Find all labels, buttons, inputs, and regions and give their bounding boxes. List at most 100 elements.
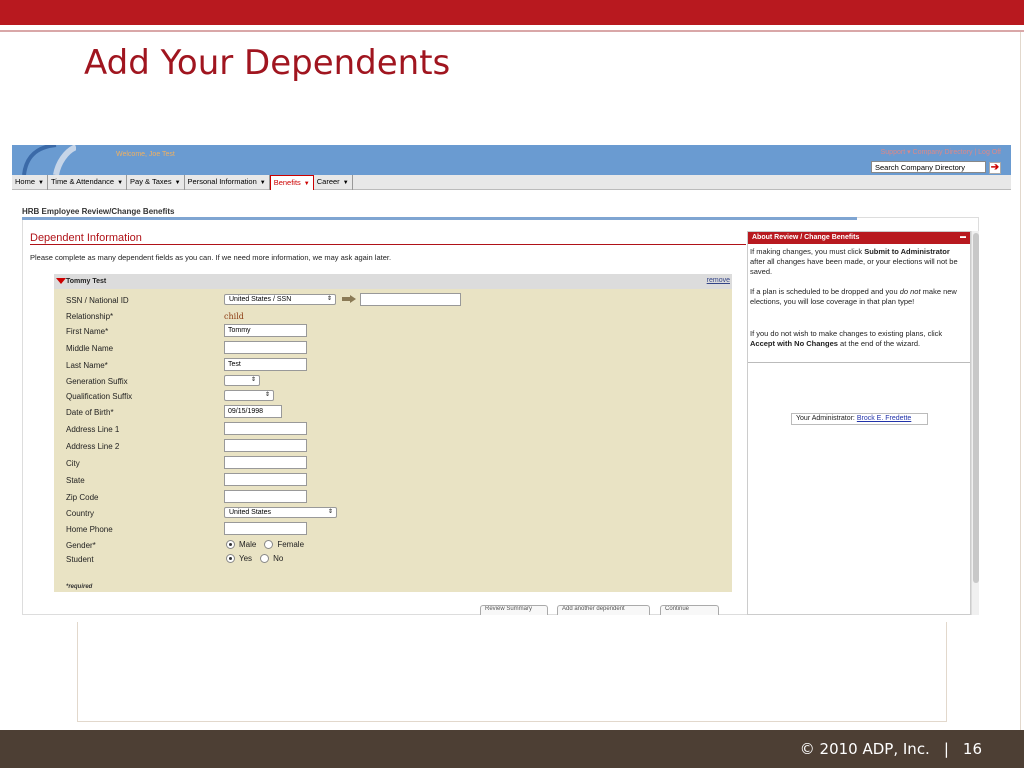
footer-page-number: 16 — [962, 740, 982, 758]
address2-label: Address Line 2 — [66, 442, 120, 451]
menu-personal-information[interactable]: Personal Information ▼ — [185, 175, 270, 190]
qualification-suffix-select[interactable]: ⇕ — [224, 390, 274, 401]
help-p3-c: at the end of the wizard. — [837, 339, 921, 348]
section-intro: Please complete as many dependent fields… — [30, 253, 392, 262]
address2-input[interactable] — [224, 439, 307, 452]
relationship-value: child — [224, 312, 244, 321]
zip-input[interactable] — [224, 490, 307, 503]
student-no-radio[interactable] — [260, 554, 270, 563]
relationship-label: Relationship* — [66, 312, 114, 321]
help-p1-a: If making changes, you must click — [750, 247, 865, 256]
address1-input[interactable] — [224, 422, 307, 435]
help-paragraph-1: If making changes, you must click Submit… — [750, 247, 966, 277]
slide: Add Your Dependents Welcome, Joe Test Su… — [0, 0, 1024, 768]
admin-name-link[interactable]: Brock E. Fredette — [857, 415, 911, 422]
help-panel-title: About Review / Change Benefits ▬ — [748, 232, 970, 244]
ssn-type-value: United States / SSN — [229, 296, 292, 303]
menu-label: Pay & Taxes — [130, 177, 172, 186]
menu-label: Career — [316, 177, 340, 186]
chevron-down-icon[interactable]: ▬ — [960, 234, 966, 240]
help-paragraph-3: If you do not wish to make changes to ex… — [750, 329, 966, 349]
continue-button[interactable]: Continue — [660, 605, 719, 615]
top-band — [0, 0, 1024, 25]
state-input[interactable] — [224, 473, 307, 486]
menu-pay-taxes[interactable]: Pay & Taxes ▼ — [127, 175, 185, 190]
gender-female-label: Female — [277, 540, 305, 549]
page-heading: HRB Employee Review/Change Benefits — [22, 207, 175, 216]
first-name-input[interactable]: Tommy — [224, 324, 307, 337]
middle-name-input[interactable] — [224, 341, 307, 354]
student-yes-radio[interactable] — [226, 554, 235, 563]
chevron-down-icon: ▼ — [303, 181, 310, 187]
help-p3-a: If you do not wish to make changes to ex… — [750, 329, 943, 338]
menu-home[interactable]: Home ▼ — [12, 175, 48, 190]
student-radio-group: Yes No — [226, 554, 291, 563]
help-p1-c: after all changes have been made, or you… — [750, 257, 958, 276]
dependent-name: Tommy Test — [66, 278, 107, 285]
student-no-label: No — [273, 554, 284, 563]
chevron-down-icon: ▼ — [117, 180, 124, 186]
select-arrows-icon: ⇕ — [264, 392, 270, 398]
country-select[interactable]: United States ⇕ — [224, 507, 337, 518]
student-yes-label: Yes — [239, 554, 253, 563]
dob-input[interactable]: 09/15/1998 — [224, 405, 282, 418]
city-input[interactable] — [224, 456, 307, 469]
chevron-down-icon: ▼ — [174, 180, 181, 186]
help-panel-title-text: About Review / Change Benefits — [752, 234, 860, 241]
generation-suffix-label: Generation Suffix — [66, 377, 128, 386]
menu-label: Home — [15, 177, 36, 186]
menu-label: Benefits — [273, 178, 301, 187]
help-divider — [748, 362, 970, 363]
generation-suffix-select[interactable]: ⇕ — [224, 375, 260, 386]
dependent-panel: Tommy Test remove SSN / National ID Unit… — [54, 274, 732, 592]
slide-title: Add Your Dependents — [84, 43, 451, 83]
add-another-dependent-button[interactable]: Add another dependent — [557, 605, 650, 615]
city-label: City — [66, 459, 80, 468]
menu-benefits[interactable]: Benefits ▼ — [269, 175, 314, 190]
search-go-icon[interactable]: ➔ — [989, 162, 1001, 174]
app-screenshot: Welcome, Joe Test Support ▾ Company Dire… — [12, 145, 1011, 615]
help-panel-scrollbar[interactable] — [971, 231, 979, 615]
gender-radio-group: Male Female — [226, 540, 312, 549]
chevron-down-icon: ▼ — [38, 180, 44, 186]
gender-male-radio[interactable] — [226, 540, 235, 549]
last-name-input[interactable]: Test — [224, 358, 307, 371]
scroll-thumb[interactable] — [973, 233, 979, 583]
ssn-type-select[interactable]: United States / SSN ⇕ — [224, 294, 336, 305]
home-phone-input[interactable] — [224, 522, 307, 535]
section-title: Dependent Information — [30, 232, 142, 244]
help-p2-b: do not — [899, 287, 921, 296]
select-arrows-icon: ⇕ — [327, 509, 333, 515]
footer-band: © 2010 ADP, Inc. | 16 — [0, 730, 1024, 768]
utility-links[interactable]: Support ▾ Company Directory | Log Off — [881, 148, 1001, 156]
dependent-panel-header[interactable]: Tommy Test remove — [54, 274, 732, 289]
help-paragraph-2: If a plan is scheduled to be dropped and… — [750, 287, 966, 307]
chevron-down-icon: ▼ — [342, 180, 349, 186]
remove-dependent-link[interactable]: remove — [707, 277, 730, 284]
admin-label: Your Administrator: — [796, 415, 855, 422]
company-directory-search[interactable]: Search Company Directory — [871, 161, 986, 173]
menu-career[interactable]: Career ▼ — [314, 175, 353, 190]
footer: © 2010 ADP, Inc. | 16 — [800, 740, 982, 758]
qualification-suffix-label: Qualification Suffix — [66, 392, 133, 401]
help-side-panel: About Review / Change Benefits ▬ If makin… — [747, 231, 971, 615]
state-label: State — [66, 476, 85, 485]
ssn-input[interactable] — [360, 293, 461, 306]
footer-separator: | — [943, 740, 949, 758]
collapse-triangle-icon[interactable] — [56, 278, 66, 284]
menu-time-attendance[interactable]: Time & Attendance ▼ — [48, 175, 128, 190]
right-divider — [1020, 32, 1021, 732]
home-phone-label: Home Phone — [66, 525, 113, 534]
last-name-label: Last Name* — [66, 361, 108, 370]
gender-female-radio[interactable] — [264, 540, 274, 549]
address1-label: Address Line 1 — [66, 425, 120, 434]
student-label: Student — [66, 555, 94, 564]
welcome-text: Welcome, Joe Test — [116, 151, 175, 158]
review-summary-button[interactable]: Review Summary — [480, 605, 548, 615]
gender-label: Gender* — [66, 541, 96, 550]
required-note: *required — [66, 584, 93, 590]
ssn-label: SSN / National ID — [66, 296, 129, 305]
app-header: Welcome, Joe Test Support ▾ Company Dire… — [12, 145, 1011, 175]
section-rule — [30, 244, 746, 245]
gender-male-label: Male — [239, 540, 257, 549]
